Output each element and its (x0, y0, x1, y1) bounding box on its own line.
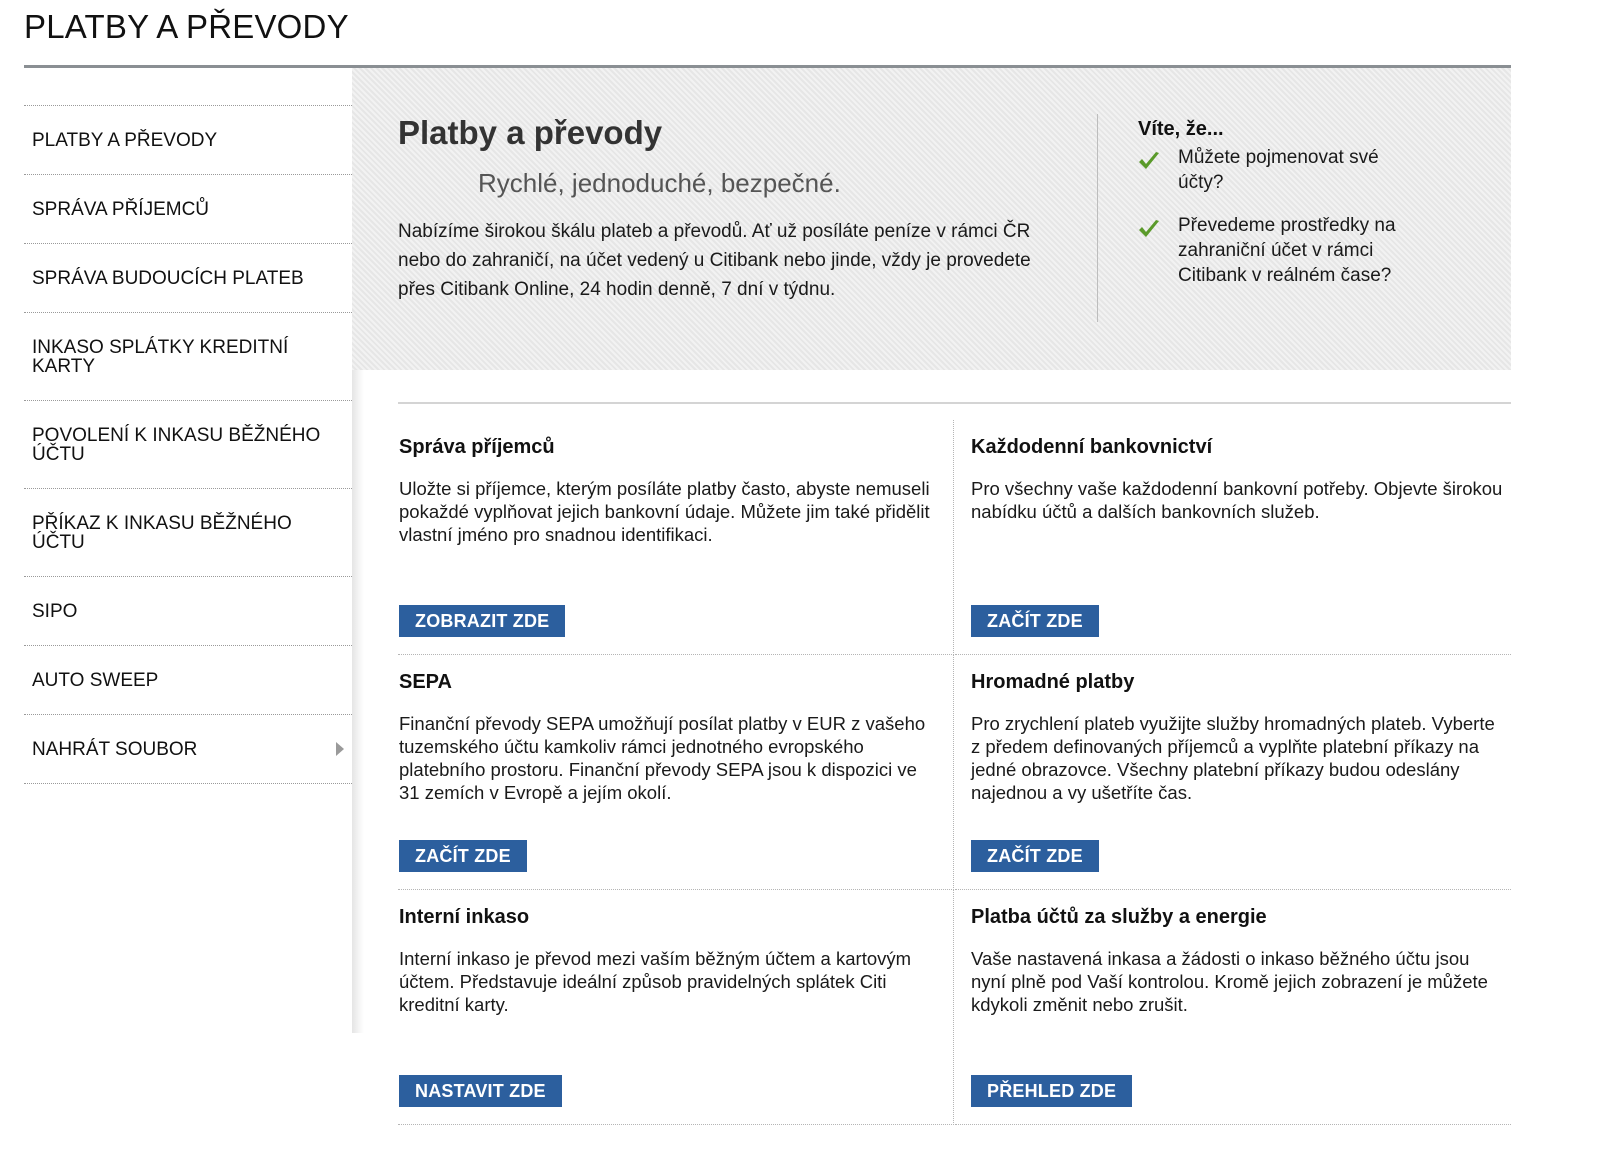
tile-sepa: SEPA Finanční převody SEPA umožňují posí… (398, 655, 954, 890)
page-title: PLATBY A PŘEVODY (24, 8, 349, 45)
sidebar-item-label: NAHRÁT SOUBOR (32, 738, 198, 760)
tile-platba-uctu: Platba účtů za služby a energie Vaše nas… (955, 890, 1511, 1125)
tile-sprava-prijemcu: Správa příjemců Uložte si příjemce, kter… (398, 420, 954, 655)
tip-text: Převedeme prostředky na zahraniční účet … (1178, 215, 1396, 286)
tile-description: Uložte si příjemce, kterým posíláte plat… (399, 478, 930, 545)
hero-title: Platby a převody (398, 114, 663, 151)
tile-interni-inkaso: Interní inkaso Interní inkaso je převod … (398, 890, 954, 1125)
tip-text: Můžete pojmenovat své účty? (1178, 147, 1379, 193)
tile-title: Hromadné platby (971, 671, 1135, 693)
tile-kazdodenni-bankovnictvi: Každodenní bankovnictví Pro všechny vaše… (955, 420, 1511, 655)
tile-title: Interní inkaso (399, 906, 530, 928)
hero-vertical-divider (1097, 114, 1098, 322)
sidebar-item-label: POVOLENÍ K INKASU BĚŽNÉHO ÚČTU (32, 424, 321, 465)
tile-title: Každodenní bankovnictví (971, 436, 1213, 458)
tile-title: Správa příjemců (399, 436, 555, 458)
sidebar-item-prikaz-k-inkasu[interactable]: PŘÍKAZ K INKASU BĚŽNÉHO ÚČTU (24, 489, 352, 577)
zacit-zde-button[interactable]: ZAČÍT ZDE (399, 840, 527, 872)
sidebar-item-label: SIPO (32, 600, 78, 622)
tile-description: Pro všechny vaše každodenní bankovní pot… (971, 478, 1503, 522)
sidebar-item-label: SPRÁVA BUDOUCÍCH PLATEB (32, 267, 304, 289)
sidebar-item-platby-a-prevody[interactable]: PLATBY A PŘEVODY (24, 106, 352, 175)
sidebar-item-povoleni-k-inkasu[interactable]: POVOLENÍ K INKASU BĚŽNÉHO ÚČTU (24, 401, 352, 489)
prehled-zde-button[interactable]: PŘEHLED ZDE (971, 1075, 1133, 1107)
tile-description: Pro zrychlení plateb využijte služby hro… (971, 713, 1495, 803)
tips-title: Víte, že... (1138, 118, 1224, 140)
sidebar-item-sprava-prijemcu[interactable]: SPRÁVA PŘÍJEMCŮ (24, 175, 352, 244)
nastavit-zde-button[interactable]: NASTAVIT ZDE (399, 1075, 562, 1107)
sidebar-item-label: PLATBY A PŘEVODY (32, 129, 218, 151)
sidebar-item-inkaso-splatky-kreditni-karty[interactable]: INKASO SPLÁTKY KREDITNÍ KARTY (24, 313, 352, 401)
sidebar-item-label: SPRÁVA PŘÍJEMCŮ (32, 198, 210, 220)
check-icon (1139, 152, 1159, 169)
hero-subtitle: Rychlé, jednoduché, bezpečné. (478, 168, 841, 198)
sidebar-item-nahrat-soubor[interactable]: NAHRÁT SOUBOR (24, 715, 352, 784)
hero-panel: Platby a převody Rychlé, jednoduché, bez… (352, 68, 1511, 370)
tile-hromadne-platby: Hromadné platby Pro zrychlení plateb vyu… (955, 655, 1511, 890)
tip-item: Můžete pojmenovat své účty? (1138, 145, 1428, 195)
tip-item: Převedeme prostředky na zahraniční účet … (1138, 213, 1428, 288)
hero-description: Nabízíme širokou škálu plateb a převodů.… (398, 221, 1031, 300)
sidebar-item-sprava-budoucich-plateb[interactable]: SPRÁVA BUDOUCÍCH PLATEB (24, 244, 352, 313)
zobrazit-zde-button[interactable]: ZOBRAZIT ZDE (399, 605, 566, 637)
tiles-divider (398, 402, 1511, 404)
zacit-zde-button[interactable]: ZAČÍT ZDE (971, 840, 1099, 872)
tile-description: Vaše nastavená inkasa a žádosti o inkaso… (971, 948, 1488, 1015)
tile-title: SEPA (399, 671, 452, 693)
check-icon (1139, 220, 1159, 237)
chevron-right-icon (336, 742, 344, 756)
sidebar-item-auto-sweep[interactable]: AUTO SWEEP (24, 646, 352, 715)
sidebar-item-label: AUTO SWEEP (32, 669, 159, 691)
tile-description: Interní inkaso je převod mezi vaším běžn… (399, 948, 912, 1015)
zacit-zde-button[interactable]: ZAČÍT ZDE (971, 605, 1099, 637)
sidebar-item-sipo[interactable]: SIPO (24, 577, 352, 646)
tile-description: Finanční převody SEPA umožňují posílat p… (399, 713, 926, 803)
tile-title: Platba účtů za služby a energie (971, 906, 1267, 928)
sidebar-nav: PLATBY A PŘEVODY SPRÁVA PŘÍJEMCŮ SPRÁVA … (24, 105, 352, 784)
sidebar-item-label: PŘÍKAZ K INKASU BĚŽNÉHO ÚČTU (32, 512, 292, 553)
sidebar-item-label: INKASO SPLÁTKY KREDITNÍ KARTY (32, 336, 289, 377)
